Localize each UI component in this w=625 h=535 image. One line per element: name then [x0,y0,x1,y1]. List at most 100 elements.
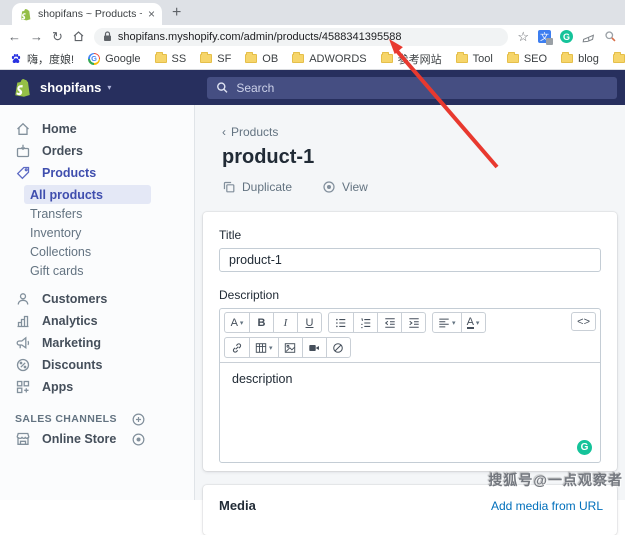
add-media-from-url-link[interactable]: Add media from URL [491,499,603,513]
align-dropdown[interactable]: ▾ [433,313,461,332]
view-store-eye-icon[interactable] [131,432,146,447]
indent-button[interactable] [401,313,425,332]
home-nav-icon [15,121,31,137]
browser-tab[interactable]: shopifans ~ Products ~ produ × [12,3,162,25]
search-extension-icon[interactable] [604,30,617,43]
address-bar[interactable]: shopifans.myshopify.com/admin/products/4… [94,28,508,46]
editor-toolbar-row1: A▾ B I U ▾ A▾ [220,309,600,333]
indent-icon [408,317,420,329]
tab-close-icon[interactable]: × [148,8,155,20]
nav-label: Transfers [30,207,82,221]
product-details-card: Title Description A▾ B I U [203,212,617,471]
add-sales-channel-icon[interactable] [131,412,146,427]
sidebar-item-analytics[interactable]: Analytics [0,310,194,332]
analytics-icon [15,313,31,329]
home-icon[interactable] [72,30,85,43]
bookmark-folder[interactable]: KOL [613,53,625,65]
bullet-list-button[interactable] [329,313,353,332]
nav-label: Collections [30,245,91,259]
sidebar-item-orders[interactable]: Orders [0,140,194,162]
bookmark-folder[interactable]: 参考网站 [381,51,442,67]
bookmark-google[interactable]: G Google [88,53,140,65]
insert-table-dropdown[interactable]: ▾ [249,338,278,357]
back-icon[interactable]: ← [8,30,21,43]
bookmark-folder[interactable]: SS [155,53,187,65]
nav-label: Inventory [30,226,81,240]
breadcrumb[interactable]: ‹ Products [222,125,617,139]
bookmark-star-icon[interactable]: ☆ [517,30,529,43]
view-button[interactable]: View [322,180,368,194]
bookmark-folder[interactable]: OB [245,53,278,65]
nav-label: Products [42,166,96,180]
image-icon [284,342,296,354]
folder-icon [155,54,167,63]
refresh-icon[interactable]: ↻ [52,30,63,43]
products-subnav: All products Transfers Inventory Collect… [0,185,194,280]
bookmark-folder[interactable]: blog [561,53,599,65]
duplicate-button[interactable]: Duplicate [222,180,292,194]
sidebar-item-gift-cards[interactable]: Gift cards [24,261,151,280]
grammarly-badge-icon[interactable]: G [577,440,592,455]
admin-search[interactable] [207,77,617,99]
sidebar-item-transfers[interactable]: Transfers [24,204,151,223]
sidebar-item-collections[interactable]: Collections [24,242,151,261]
italic-button[interactable]: I [273,313,297,332]
chevron-down-icon: ▾ [452,319,456,327]
underline-button[interactable]: U [297,313,321,332]
sidebar-item-inventory[interactable]: Inventory [24,223,151,242]
bookmark-label: Google [105,53,140,65]
translate-extension-icon[interactable]: 文 [538,30,551,43]
google-g-icon: G [88,53,100,65]
outdent-button[interactable] [377,313,401,332]
bold-button[interactable]: B [249,313,273,332]
folder-icon [245,54,257,63]
sales-channels-header: SALES CHANNELS [0,410,194,428]
editor-toolbar-row2: ▾ [220,333,600,362]
nav-label: Discounts [42,358,102,372]
video-icon [308,342,320,354]
notebook-extension-icon[interactable] [582,30,595,43]
sidebar-item-all-products[interactable]: All products [24,185,151,204]
sidebar-item-online-store[interactable]: Online Store [0,428,194,450]
insert-image-button[interactable] [278,338,302,357]
bookmark-folder[interactable]: SF [200,53,231,65]
shopify-favicon [19,8,32,21]
sidebar-item-products[interactable]: Products [0,162,194,184]
sidebar-item-customers[interactable]: Customers [0,288,194,310]
bookmark-folder[interactable]: Tool [456,53,493,65]
rich-text-editor: A▾ B I U ▾ A▾ [219,308,601,463]
chevron-down-icon: ▾ [107,83,111,92]
nav-label: Analytics [42,314,98,328]
bookmark-label: SF [217,53,231,65]
new-tab-button[interactable]: + [172,5,181,21]
insert-video-button[interactable] [302,338,326,357]
search-input[interactable] [236,81,608,95]
forward-icon[interactable]: → [30,30,43,43]
sidebar-item-apps[interactable]: Apps [0,376,194,398]
grammarly-extension-icon[interactable]: G [560,30,573,43]
title-field-label: Title [219,228,601,242]
nav-label: Home [42,122,77,136]
page-title: product-1 [222,145,617,169]
clear-formatting-button[interactable] [326,338,350,357]
nav-label: All products [30,188,103,202]
sidebar-item-marketing[interactable]: Marketing [0,332,194,354]
description-editor-body[interactable]: description G [220,362,600,462]
sidebar-item-home[interactable]: Home [0,118,194,140]
numbered-list-button[interactable] [353,313,377,332]
html-code-button[interactable]: <> [571,312,596,331]
tab-title: shopifans ~ Products ~ produ [38,8,142,20]
text-color-dropdown[interactable]: A▾ [461,313,485,332]
title-input[interactable] [219,248,601,272]
store-switcher[interactable]: shopifans ▾ [0,77,195,98]
sidebar-item-discounts[interactable]: Discounts [0,354,194,376]
nav-label: Marketing [42,336,101,350]
store-name: shopifans [40,80,101,95]
folder-icon [613,54,625,63]
bookmark-folder[interactable]: SEO [507,53,547,65]
bookmark-baidu[interactable]: 嗨，度娘! [10,51,74,67]
chevron-down-icon: ▾ [476,319,480,327]
bookmark-folder[interactable]: ADWORDS [292,53,366,65]
insert-link-button[interactable] [225,338,249,357]
format-dropdown[interactable]: A▾ [225,313,249,332]
